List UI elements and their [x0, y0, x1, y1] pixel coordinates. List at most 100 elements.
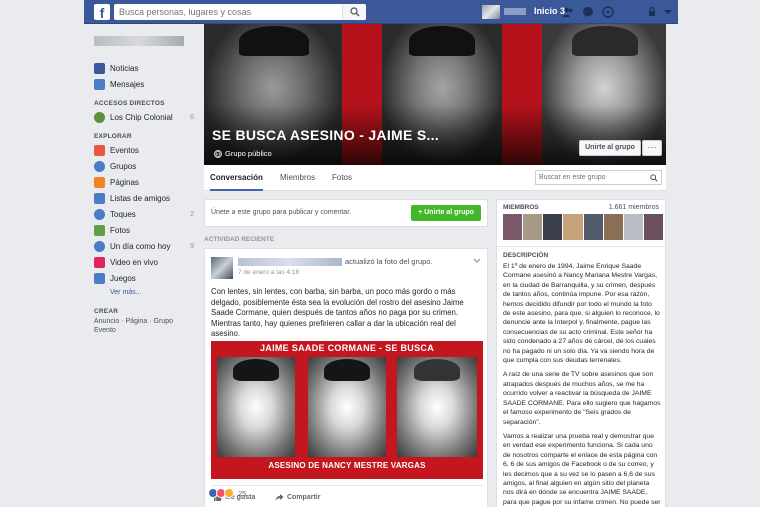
create-links[interactable]: Anuncio · Página · Grupo: [90, 317, 198, 326]
group-tabs: Conversación Miembros Fotos: [204, 165, 666, 191]
share-icon: [275, 494, 284, 501]
shortcuts-heading: ACCESOS DIRECTOS: [94, 100, 165, 107]
flag-icon: [94, 176, 105, 188]
search-icon[interactable]: [650, 174, 658, 182]
member-thumb[interactable]: [503, 214, 523, 240]
post-author-avatar[interactable]: [211, 257, 233, 279]
group-description: El 1º de enero de 1994, Jaime Enrique Sa…: [503, 262, 661, 507]
tab-conversation[interactable]: Conversación: [210, 165, 263, 191]
poster-caption: ASESINO DE NANCY MESTRE VARGAS: [268, 461, 426, 470]
account-menu-icon[interactable]: [662, 6, 674, 18]
create-event-link[interactable]: Evento: [90, 326, 198, 335]
members-heading[interactable]: MIEMBROS: [503, 204, 539, 211]
poster-hair: [414, 359, 460, 381]
page-scrollbar[interactable]: [670, 24, 678, 507]
join-group-button[interactable]: Unirte al grupo: [579, 140, 641, 156]
globe-icon: [214, 149, 222, 158]
description-paragraph-2: A raíz de una serie de TV sobre asesinos…: [503, 371, 661, 426]
description-heading: DESCRIPCIÓN: [503, 252, 549, 259]
poster-hair: [233, 359, 279, 381]
privacy-shortcuts-icon[interactable]: [646, 6, 658, 18]
search-input[interactable]: [114, 4, 339, 20]
poster-headline: JAIME SAADE CORMANE - SE BUSCA: [259, 343, 434, 353]
members-count[interactable]: 1.661 miembros: [609, 204, 659, 211]
friend-list-icon: [94, 192, 105, 204]
profile-avatar[interactable]: [482, 5, 500, 19]
more-options-button[interactable]: ···: [642, 140, 662, 156]
cover-hair: [409, 26, 475, 56]
chevron-down-icon: [473, 258, 481, 263]
member-thumb[interactable]: [643, 214, 663, 240]
tab-photos[interactable]: Fotos: [332, 165, 352, 191]
poster-hair: [324, 359, 370, 381]
shortcut-count: 6: [190, 113, 194, 121]
member-thumb[interactable]: [623, 214, 643, 240]
sidebar-item-pages[interactable]: Páginas: [90, 174, 198, 190]
sidebar-item-messages[interactable]: Mensajes: [90, 76, 198, 92]
pokes-count: 2: [190, 210, 194, 218]
post-image[interactable]: JAIME SAADE CORMANE - SE BUSCA ASESINO D…: [211, 341, 483, 479]
search-button[interactable]: [342, 4, 366, 20]
facebook-logo[interactable]: f: [94, 4, 110, 21]
notifications-icon[interactable]: [602, 6, 614, 18]
group-search[interactable]: [535, 170, 662, 185]
sidebar-item-events[interactable]: Eventos: [90, 142, 198, 158]
join-prompt-text: Únete a este grupo para publicar y comen…: [211, 209, 352, 216]
sidebar-item-news[interactable]: Noticias: [90, 60, 198, 76]
left-sidebar: Noticias Mensajes ACCESOS DIRECTOS Los C…: [90, 30, 198, 335]
cover-hair: [572, 26, 638, 56]
sidebar-item-on-this-day[interactable]: Un día como hoy 9: [90, 238, 198, 254]
messages-icon: [94, 78, 105, 90]
group-title[interactable]: SE BUSCA ASESINO - JAIME S...: [212, 127, 439, 143]
on-this-day-count: 9: [190, 242, 194, 250]
post-timestamp[interactable]: 7 de enero a las 4:18: [238, 269, 299, 276]
join-group-green-button[interactable]: + Unirte al grupo: [411, 205, 481, 221]
member-thumbnails: [503, 214, 663, 240]
sidebar-item-shortcut[interactable]: Los Chip Colonial 6: [90, 109, 198, 125]
search-icon: [350, 7, 360, 17]
post-options-chevron[interactable]: [473, 257, 481, 266]
member-thumb[interactable]: [563, 214, 583, 240]
feed-post: actualizó la foto del grupo. 7 de enero …: [204, 248, 488, 507]
tab-members[interactable]: Miembros: [280, 165, 315, 191]
member-thumb[interactable]: [523, 214, 543, 240]
global-search[interactable]: [114, 4, 366, 20]
games-icon: [94, 272, 105, 284]
description-paragraph-1: El 1º de enero de 1994, Jaime Enrique Sa…: [503, 263, 660, 365]
profile-link-blurred[interactable]: [94, 36, 184, 46]
group-cover-photo: SE BUSCA ASESINO - JAIME S... Grupo públ…: [204, 24, 666, 165]
post-author-name-blurred[interactable]: [238, 258, 342, 266]
home-link[interactable]: Inicio 3: [534, 6, 565, 16]
see-more-link[interactable]: Ver más...: [90, 286, 198, 300]
group-avatar-icon: [94, 111, 105, 123]
share-button[interactable]: Compartir: [275, 493, 320, 502]
post-divider: [211, 485, 483, 486]
create-heading: CREAR: [94, 308, 119, 315]
panel-divider: [497, 246, 665, 247]
member-thumb[interactable]: [603, 214, 623, 240]
join-prompt: Únete a este grupo para publicar y comen…: [204, 199, 488, 227]
sidebar-item-live-video[interactable]: Video en vivo: [90, 254, 198, 270]
news-feed-icon: [94, 62, 105, 74]
recent-activity-heading: ACTIVIDAD RECIENTE: [204, 236, 275, 243]
poke-icon: [94, 208, 105, 220]
sidebar-item-pokes[interactable]: Toques 2: [90, 206, 198, 222]
clock-icon: [94, 240, 105, 252]
profile-name[interactable]: [504, 8, 526, 15]
post-reactions[interactable]: 25: [208, 488, 246, 498]
calendar-icon: [94, 144, 105, 156]
member-thumb[interactable]: [583, 214, 603, 240]
sidebar-item-photos[interactable]: Fotos: [90, 222, 198, 238]
sidebar-item-groups[interactable]: Grupos: [90, 158, 198, 174]
friend-requests-icon[interactable]: [562, 6, 574, 18]
sidebar-item-friend-lists[interactable]: Listas de amigos: [90, 190, 198, 206]
group-info-panel: MIEMBROS 1.661 miembros DESCRIPCIÓN El 1…: [496, 199, 666, 507]
group-privacy: Grupo público: [214, 149, 272, 158]
member-thumb[interactable]: [543, 214, 563, 240]
sidebar-item-games[interactable]: Juegos: [90, 270, 198, 286]
messages-icon[interactable]: [582, 6, 594, 18]
photos-icon: [94, 224, 105, 236]
group-search-input[interactable]: [536, 171, 646, 184]
groups-icon: [94, 160, 105, 172]
live-video-icon: [94, 256, 105, 268]
